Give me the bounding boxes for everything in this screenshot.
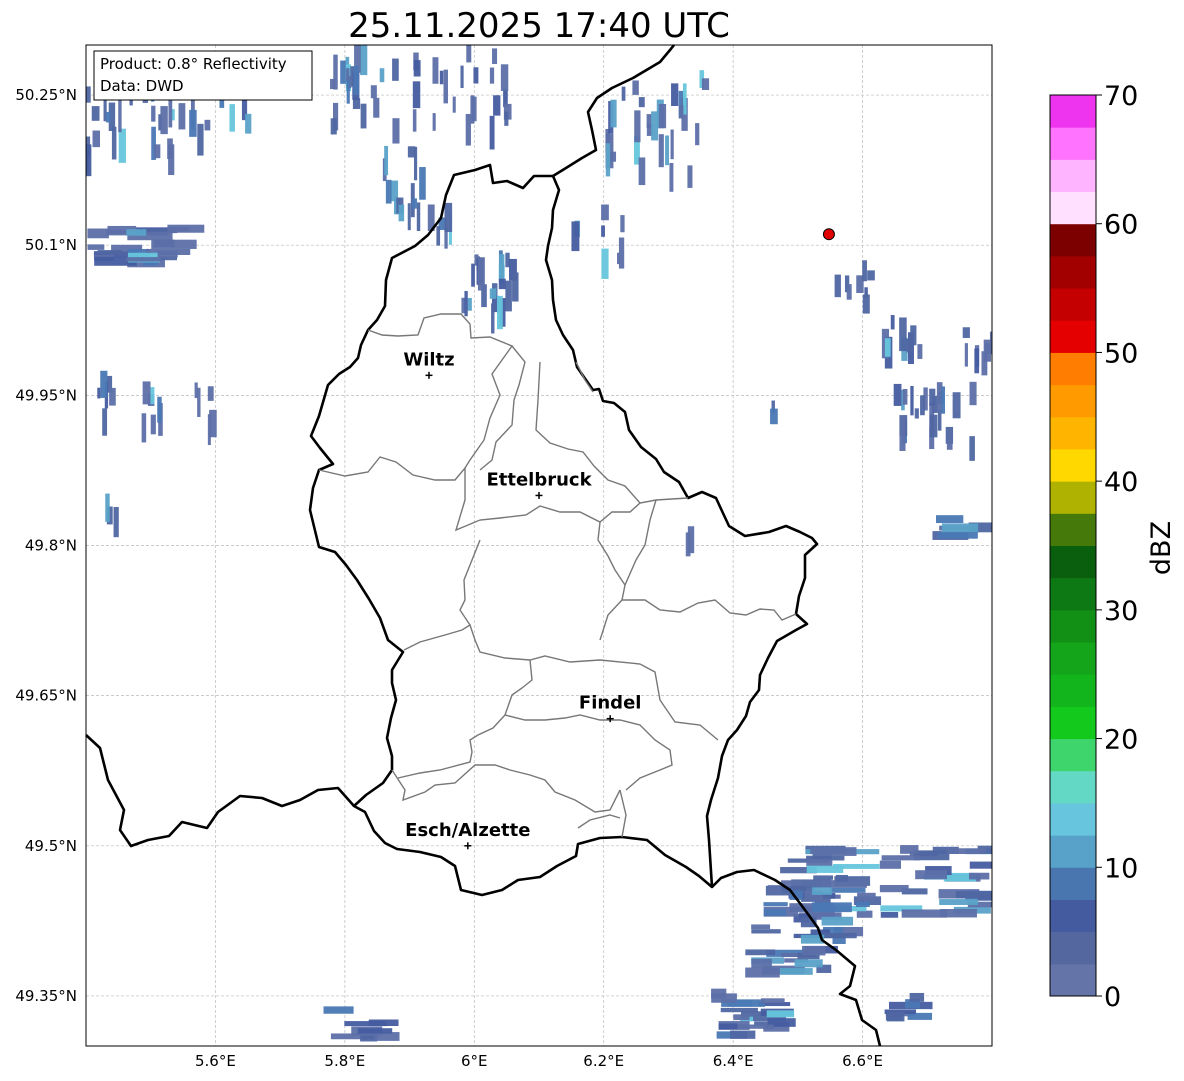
colorbar-segment xyxy=(1050,352,1096,386)
colorbar-segment xyxy=(1050,127,1096,160)
lat-tick-label: 49.65°N xyxy=(15,687,77,705)
lon-tick-label: 5.8°E xyxy=(324,1052,365,1070)
colorbar-segment xyxy=(1050,802,1096,836)
colorbar-tick-label: 20 xyxy=(1104,725,1138,756)
city-label: Wiltz xyxy=(403,349,454,370)
lon-tick-label: 5.6°E xyxy=(195,1052,236,1070)
colorbar-segment xyxy=(1050,674,1096,707)
colorbar-tick-label: 70 xyxy=(1104,81,1138,112)
colorbar-segment xyxy=(1050,577,1096,611)
colorbar-tick-label: 10 xyxy=(1104,853,1138,884)
lat-tick-label: 49.5°N xyxy=(25,837,77,855)
colorbar-segment xyxy=(1050,223,1096,257)
colorbar-label: dBZ xyxy=(1146,521,1177,575)
lat-tick-label: 49.35°N xyxy=(15,987,77,1005)
colorbar-segment xyxy=(1050,867,1096,900)
colorbar-tick-label: 50 xyxy=(1104,338,1138,369)
lon-tick-label: 6.6°E xyxy=(842,1052,883,1070)
colorbar-segment xyxy=(1050,931,1096,965)
city-label: Findel xyxy=(579,693,642,714)
colorbar-segment xyxy=(1050,416,1096,450)
colorbar-segment xyxy=(1050,513,1096,546)
colorbar-segment xyxy=(1050,384,1096,418)
lat-tick-label: 49.95°N xyxy=(15,386,77,404)
colorbar-segment xyxy=(1050,545,1096,579)
colorbar-segment xyxy=(1050,448,1096,482)
colorbar-segment xyxy=(1050,899,1096,933)
info-box: Product: 0.8° Reflectivity Data: DWD xyxy=(93,50,313,101)
info-data-source: Data: DWD xyxy=(100,77,184,95)
colorbar-segment xyxy=(1050,255,1096,289)
lon-tick-label: 6.2°E xyxy=(583,1052,624,1070)
lon-tick-label: 6°E xyxy=(461,1052,488,1070)
colorbar-segment xyxy=(1050,288,1096,321)
colorbar-segment xyxy=(1050,481,1096,514)
radar-map: Wiltz Ettelbruck Findel Esch/Alzette Produc… xyxy=(15,44,1177,1070)
colorbar: 0 10 20 30 40 50 60 70 xyxy=(1049,81,1138,1013)
city-label: Ettelbruck xyxy=(486,469,592,490)
colorbar-tick-label: 40 xyxy=(1104,467,1138,498)
colorbar-segment xyxy=(1050,320,1096,353)
info-product: Product: 0.8° Reflectivity xyxy=(100,55,287,73)
colorbar-segment xyxy=(1050,835,1096,868)
colorbar-segment xyxy=(1050,738,1096,772)
lat-tick-label: 50.1°N xyxy=(25,236,77,254)
colorbar-tick-label: 30 xyxy=(1104,596,1138,627)
lat-tick-label: 49.8°N xyxy=(25,537,77,555)
city-label: Esch/Alzette xyxy=(405,820,530,841)
colorbar-tick-label: 0 xyxy=(1104,982,1121,1013)
radar-site-marker[interactable] xyxy=(822,228,835,241)
colorbar-segment xyxy=(1050,95,1096,128)
colorbar-segment xyxy=(1050,642,1096,675)
colorbar-tick-label: 60 xyxy=(1104,210,1138,241)
colorbar-segment xyxy=(1050,706,1096,740)
lon-tick-label: 6.4°E xyxy=(713,1052,754,1070)
colorbar-segment xyxy=(1050,159,1096,193)
colorbar-segment xyxy=(1050,609,1096,643)
colorbar-segment xyxy=(1050,191,1096,225)
colorbar-segment xyxy=(1050,770,1096,804)
lat-tick-label: 50.25°N xyxy=(15,86,77,104)
colorbar-segment xyxy=(1050,963,1096,997)
